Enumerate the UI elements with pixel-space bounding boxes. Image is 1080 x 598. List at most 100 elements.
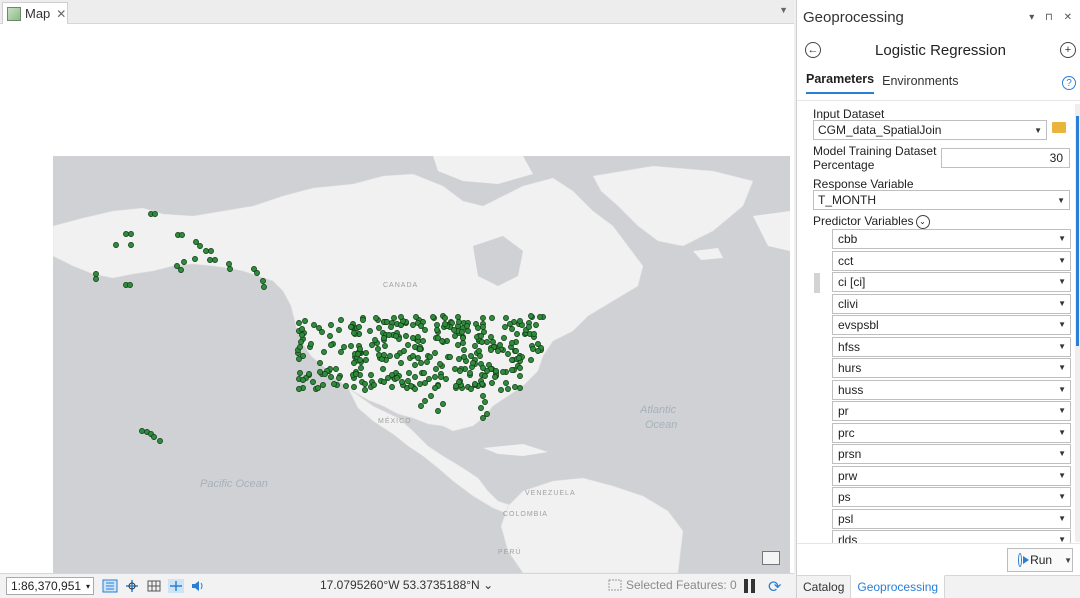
predictor-select[interactable]: evspsbl ▼: [832, 315, 1071, 335]
selected-features[interactable]: Selected Features: 0: [608, 578, 737, 592]
grid-icon[interactable]: [146, 579, 162, 593]
add-icon[interactable]: +: [1060, 42, 1076, 58]
data-point: [405, 378, 411, 384]
data-point: [480, 365, 486, 371]
predictor-select[interactable]: ps ▼: [832, 487, 1071, 507]
pane-controls[interactable]: ▾ ⊓ ✕: [1029, 12, 1076, 23]
chevron-down-icon: ▼: [1058, 341, 1066, 351]
data-point: [427, 354, 433, 360]
map-legend-icon[interactable]: [762, 551, 780, 565]
predictor-select[interactable]: ci [ci] ▼: [832, 272, 1071, 292]
back-icon[interactable]: ←: [805, 42, 821, 58]
expand-icon[interactable]: ⌄: [915, 214, 930, 229]
data-point: [299, 332, 305, 338]
chevron-down-icon[interactable]: ⌄: [483, 578, 493, 592]
predictor-select[interactable]: prc ▼: [832, 422, 1071, 443]
data-point: [306, 371, 312, 377]
data-point: [498, 387, 504, 393]
folder-icon[interactable]: [1052, 122, 1066, 133]
predictor-select[interactable]: psl ▼: [832, 508, 1071, 529]
data-point: [418, 323, 424, 329]
data-point: [321, 349, 327, 355]
tab-geoprocessing[interactable]: Geoprocessing: [851, 575, 946, 598]
predictor-select[interactable]: cbb ▼: [832, 229, 1071, 249]
predictor-select[interactable]: pr ▼: [832, 401, 1071, 421]
data-point: [93, 271, 99, 277]
chevron-down-icon[interactable]: ▼: [1064, 556, 1072, 565]
predictor-value: clivi: [838, 296, 858, 311]
predictor-select[interactable]: hfss ▼: [832, 336, 1071, 357]
scale-selector[interactable]: 1:86,370,951 ▾: [6, 577, 94, 595]
run-button[interactable]: Run ▼: [1007, 548, 1073, 572]
data-point: [517, 365, 523, 371]
data-point: [460, 340, 466, 346]
data-point: [179, 232, 185, 238]
training-pct-input[interactable]: 30: [941, 148, 1070, 168]
status-tools: [102, 579, 206, 593]
response-variable-select[interactable]: T_MONTH ▼: [813, 190, 1070, 210]
data-point: [480, 315, 486, 321]
drag-handle[interactable]: [814, 273, 820, 293]
tab-list-dropdown-icon[interactable]: ▼: [779, 5, 788, 15]
basemap: [53, 156, 790, 573]
data-point: [310, 379, 316, 385]
chevron-down-icon: ▼: [1058, 298, 1066, 308]
data-point: [421, 370, 427, 376]
data-point: [331, 381, 337, 387]
data-point: [422, 380, 428, 386]
close-icon[interactable]: ✕: [56, 7, 66, 21]
predictor-select[interactable]: rlds ▼: [832, 530, 1071, 543]
tab-map[interactable]: Map ✕: [2, 2, 68, 24]
data-point: [530, 346, 536, 352]
data-point: [482, 399, 488, 405]
data-point: [384, 319, 390, 325]
predictor-select[interactable]: hurs ▼: [832, 358, 1071, 378]
data-point: [461, 347, 467, 353]
chevron-down-icon: ▾: [85, 581, 90, 591]
tab-catalog[interactable]: Catalog: [797, 576, 852, 598]
tool-title: Logistic Regression: [875, 41, 1006, 59]
fixed-scale-icon[interactable]: [102, 579, 118, 593]
data-point: [476, 348, 482, 354]
predictor-select[interactable]: huss ▼: [832, 379, 1071, 400]
data-point: [351, 360, 357, 366]
data-point: [410, 353, 416, 359]
data-point: [472, 381, 478, 387]
data-point: [208, 248, 214, 254]
chevron-down-icon: ▼: [1058, 449, 1066, 458]
predictor-select[interactable]: prsn ▼: [832, 444, 1071, 464]
predictor-select[interactable]: prw ▼: [832, 465, 1071, 486]
data-point: [424, 359, 430, 365]
scrollbar-thumb[interactable]: [1076, 116, 1079, 346]
data-point: [467, 370, 473, 376]
map-canvas[interactable]: CANADA MÉXICO VENEZUELA COLOMBIA PERÚ At…: [53, 156, 790, 573]
data-point: [422, 398, 428, 404]
data-point: [363, 350, 369, 356]
gp-header-title: Geoprocessing: [803, 8, 904, 26]
predictor-select[interactable]: clivi ▼: [832, 293, 1071, 314]
tab-map-label: Map: [25, 6, 51, 21]
pause-icon[interactable]: [744, 579, 756, 593]
data-point: [413, 314, 419, 320]
tab-parameters[interactable]: Parameters: [806, 72, 875, 94]
data-point: [302, 318, 308, 324]
sound-icon[interactable]: [190, 579, 206, 593]
data-point: [371, 382, 377, 388]
tab-environments[interactable]: Environments: [882, 74, 958, 94]
data-point: [492, 374, 498, 380]
snapping-icon[interactable]: [168, 579, 184, 593]
data-point: [472, 343, 478, 349]
refresh-icon[interactable]: ⟳: [768, 577, 781, 597]
input-dataset-select[interactable]: CGM_data_SpatialJoin ▼: [813, 120, 1047, 140]
training-pct-label-2: Percentage: [813, 158, 875, 172]
data-point: [470, 360, 476, 366]
predictor-select[interactable]: cct ▼: [832, 250, 1071, 271]
label-peru: PERÚ: [498, 549, 522, 556]
data-point: [495, 348, 501, 354]
data-point: [376, 352, 382, 358]
data-point: [300, 377, 306, 383]
help-icon[interactable]: ?: [1062, 76, 1076, 90]
navigation-icon[interactable]: [124, 579, 140, 593]
predictor-value: cct: [838, 253, 854, 268]
data-point: [480, 324, 486, 330]
